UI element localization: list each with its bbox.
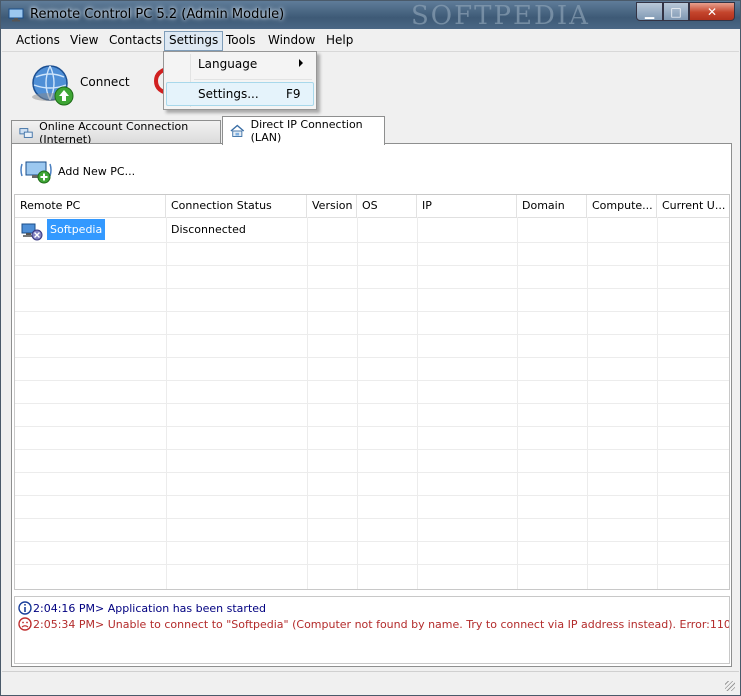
menu-contacts[interactable]: Contacts	[105, 31, 166, 49]
network-icon	[19, 127, 33, 138]
event-log: 2:04:16 PM> Application has been started…	[14, 596, 730, 664]
menu-item-settings-shortcut: F9	[286, 87, 301, 101]
maximize-button[interactable]: □	[663, 2, 689, 21]
menu-bar: Actions View Contacts Settings Tools Win…	[2, 29, 739, 52]
grid-row-divider	[15, 426, 729, 427]
remote-pc-icon	[21, 223, 43, 241]
info-icon	[18, 601, 32, 615]
menu-settings[interactable]: Settings	[164, 31, 224, 51]
minimize-icon: ▁	[644, 4, 655, 19]
watermark-logo: SOFTPEDIA	[411, 1, 590, 31]
close-button[interactable]: ✕	[689, 2, 735, 21]
log-time: 2:04:16 PM>	[33, 601, 105, 615]
title-bar[interactable]: Remote Control PC 5.2 (Admin Module) SOF…	[1, 1, 740, 31]
grid-row-divider	[15, 403, 729, 404]
tab-online-account[interactable]: Online Account Connection (Internet)	[11, 119, 221, 146]
log-time: 2:05:34 PM>	[33, 617, 105, 631]
grid-row-divider	[15, 242, 729, 243]
maximize-icon: □	[670, 4, 682, 19]
table-header: Remote PC Connection Status Version OS I…	[15, 195, 729, 218]
menu-view[interactable]: View	[66, 31, 102, 49]
log-message: Unable to connect to "Softpedia" (Comput…	[107, 617, 730, 631]
connection-tabs: Online Account Connection (Internet) Dir…	[11, 116, 731, 146]
connect-button-label[interactable]: Connect	[80, 75, 130, 89]
settings-dropdown-menu: Language Settings... F9	[163, 51, 317, 110]
main-window: Remote Control PC 5.2 (Admin Module) SOF…	[0, 0, 741, 696]
toolbar: Connect	[2, 52, 739, 114]
tab-content-panel: Add New PC... Remote PC Connection Statu…	[11, 143, 732, 667]
menu-item-language[interactable]: Language	[166, 53, 314, 77]
log-entry-error: 2:05:34 PM> Unable to connect to "Softpe…	[18, 616, 730, 632]
grid-row-divider	[15, 357, 729, 358]
column-ip[interactable]: IP	[417, 195, 517, 217]
grid-row-divider	[15, 518, 729, 519]
grid-row-divider	[15, 472, 729, 473]
column-computer[interactable]: Compute...	[587, 195, 657, 217]
column-current-user[interactable]: Current U...	[657, 195, 729, 217]
grid-row-divider	[15, 334, 729, 335]
grid-row-divider	[15, 541, 729, 542]
minimize-button[interactable]: ▁	[636, 2, 663, 21]
add-new-pc-label: Add New PC...	[58, 164, 136, 178]
column-remote-pc[interactable]: Remote PC	[15, 195, 166, 217]
tab-direct-ip[interactable]: Direct IP Connection (LAN)	[222, 116, 385, 145]
column-connection-status[interactable]: Connection Status	[166, 195, 307, 217]
menu-item-settings[interactable]: Settings... F9	[166, 82, 314, 106]
tab-online-account-label: Online Account Connection (Internet)	[39, 119, 189, 146]
menu-separator	[194, 79, 312, 80]
column-version[interactable]: Version	[307, 195, 357, 217]
add-new-pc-button[interactable]: Add New PC...	[20, 158, 135, 184]
log-entry-info: 2:04:16 PM> Application has been started	[18, 600, 266, 616]
grid-row-divider	[15, 288, 729, 289]
grid-row-divider	[15, 311, 729, 312]
menu-tools[interactable]: Tools	[222, 31, 260, 49]
window-title: Remote Control PC 5.2 (Admin Module)	[30, 7, 285, 22]
remote-pc-name-cell[interactable]: Softpedia	[47, 219, 106, 240]
connection-status-cell: Disconnected	[171, 223, 246, 236]
menu-actions[interactable]: Actions	[12, 31, 64, 49]
log-message: Application has been started	[107, 601, 267, 615]
grid-row-divider	[15, 564, 729, 565]
menu-help[interactable]: Help	[322, 31, 357, 49]
close-icon: ✕	[706, 4, 718, 19]
menu-window[interactable]: Window	[264, 31, 319, 49]
resize-grip-icon[interactable]	[725, 681, 735, 691]
grid-row-divider	[15, 449, 729, 450]
status-bar	[2, 671, 739, 694]
submenu-arrow-icon	[299, 59, 303, 67]
column-os[interactable]: OS	[357, 195, 417, 217]
column-domain[interactable]: Domain	[517, 195, 587, 217]
grid-row-divider	[15, 380, 729, 381]
grid-row-divider	[15, 265, 729, 266]
add-pc-icon	[20, 161, 52, 184]
menu-item-language-label: Language	[198, 57, 258, 71]
menu-item-settings-label: Settings...	[198, 87, 259, 101]
house-network-icon	[230, 124, 245, 137]
remote-pc-table: Remote PC Connection Status Version OS I…	[14, 194, 730, 590]
error-face-icon	[18, 617, 32, 631]
app-monitor-icon	[8, 8, 24, 22]
connect-globe-icon[interactable]	[28, 61, 76, 107]
grid-row-divider	[15, 495, 729, 496]
tab-direct-ip-label: Direct IP Connection (LAN)	[250, 118, 363, 144]
